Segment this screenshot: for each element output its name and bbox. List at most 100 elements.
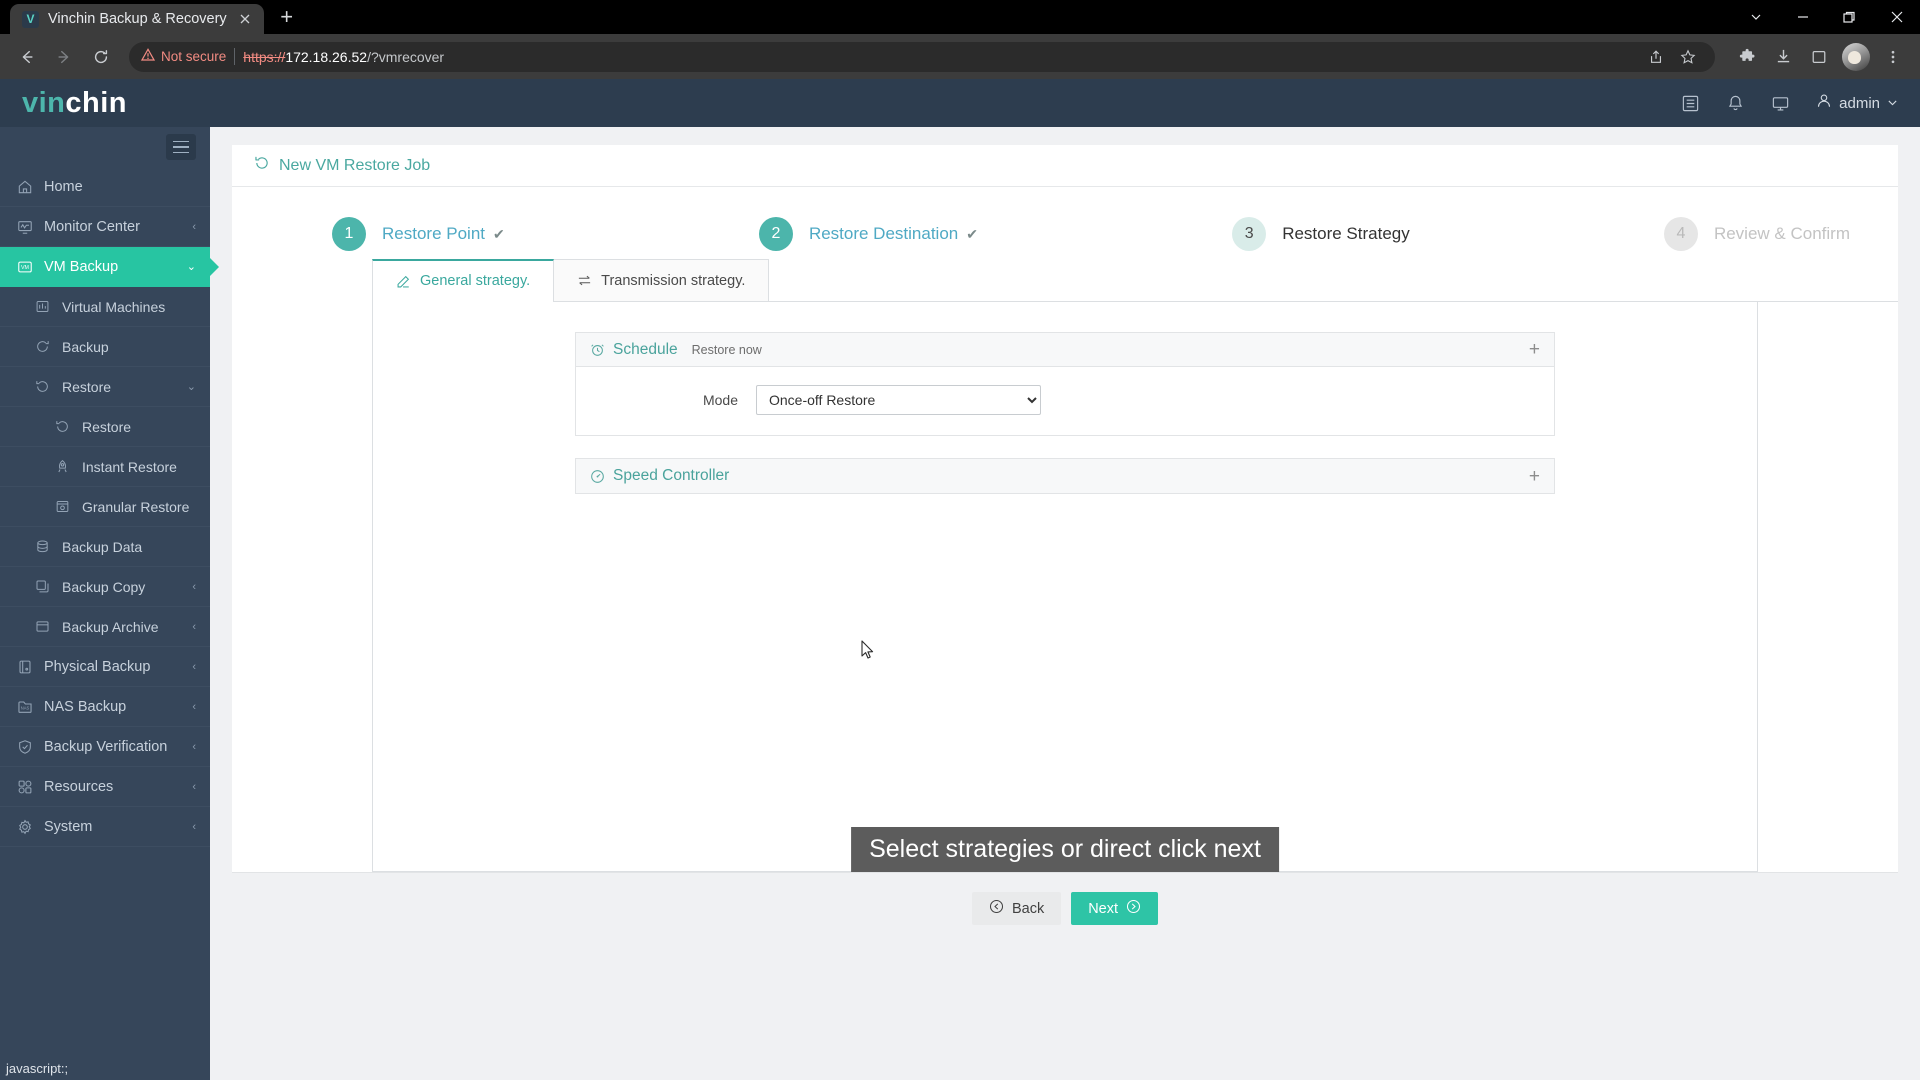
sidebar-item-backup-archive[interactable]: Backup Archive ‹ xyxy=(0,607,210,647)
next-button-label: Next xyxy=(1088,900,1119,917)
sidebar-item-restore[interactable]: Restore xyxy=(0,407,210,447)
sidebar-item-label: Backup Verification xyxy=(44,738,168,755)
wizard-step-1[interactable]: 1 Restore Point ✔ xyxy=(332,217,505,251)
minimize-icon[interactable] xyxy=(1779,0,1826,34)
log-list-icon[interactable] xyxy=(1681,94,1700,113)
notification-bell-icon[interactable] xyxy=(1726,94,1745,113)
maximize-icon[interactable] xyxy=(1826,0,1873,34)
vinchin-logo[interactable]: vinchin xyxy=(22,87,127,120)
bookmark-star-icon[interactable] xyxy=(1673,42,1703,72)
wizard-step-2[interactable]: 2 Restore Destination ✔ xyxy=(758,217,978,251)
browser-toolbar-actions xyxy=(1726,40,1910,74)
window-close-icon[interactable] xyxy=(1873,0,1920,34)
restore-icon xyxy=(254,155,270,176)
step-label-text: Restore Strategy xyxy=(1282,224,1410,243)
user-icon xyxy=(1816,93,1832,113)
monitor-center-icon xyxy=(16,218,33,235)
sidebar-item-label: Home xyxy=(44,178,83,195)
accordion-schedule-header[interactable]: Schedule Restore now + xyxy=(576,333,1554,367)
sidebar-item-label: Backup xyxy=(62,338,109,355)
browser-tab[interactable]: V Vinchin Backup & Recovery xyxy=(10,4,264,34)
sidebar-item-label: Resources xyxy=(44,778,114,795)
tab-search-icon[interactable] xyxy=(1732,0,1779,34)
system-gear-icon xyxy=(16,818,33,835)
not-secure-warning-icon xyxy=(140,48,156,65)
url-path: /?vmrecover xyxy=(367,48,445,65)
url-host: 172.18.26.52 xyxy=(285,48,368,65)
sidebar-item-label: System xyxy=(44,818,93,835)
tab-general-strategy[interactable]: General strategy. xyxy=(372,259,555,302)
address-bar[interactable]: Not secure https://172.18.26.52/?vmrecov… xyxy=(129,41,1715,72)
chrome-menu-icon[interactable] xyxy=(1876,40,1910,74)
logo-part-2: chin xyxy=(65,86,128,119)
sidebar-item-granular-restore[interactable]: Granular Restore xyxy=(0,487,210,527)
plus-icon[interactable]: + xyxy=(1529,467,1540,486)
page-title: New VM Restore Job xyxy=(279,156,431,174)
back-arrow-icon[interactable] xyxy=(10,40,44,74)
sidebar-item-restore[interactable]: Restore ⌄ xyxy=(0,367,210,407)
wizard-step-3[interactable]: 3 Restore Strategy xyxy=(1232,217,1410,251)
sidebar-item-physical-backup[interactable]: Physical Backup ‹ xyxy=(0,647,210,687)
reload-icon[interactable] xyxy=(84,40,118,74)
sidebar-item-vm-backup[interactable]: VM VM Backup ⌄ xyxy=(0,247,210,287)
sidebar-item-virtual-machines[interactable]: Virtual Machines xyxy=(0,287,210,327)
sidebar-item-backup-data[interactable]: Backup Data xyxy=(0,527,210,567)
sidebar-item-list: Home Monitor Center ‹ VM VM Backup ⌄ Virtual M… xyxy=(0,167,210,847)
vm-icon: VM xyxy=(16,258,33,275)
vinchin-favicon: V xyxy=(22,10,39,28)
alarm-clock-icon xyxy=(590,342,605,357)
sidebar-item-home[interactable]: Home xyxy=(0,167,210,207)
new-tab-icon[interactable]: + xyxy=(272,2,302,32)
monitor-display-icon[interactable] xyxy=(1771,94,1790,113)
user-menu[interactable]: admin xyxy=(1816,93,1898,113)
transfer-arrows-icon xyxy=(577,273,592,288)
close-icon[interactable] xyxy=(236,10,254,28)
forward-arrow-icon[interactable] xyxy=(47,40,81,74)
sidebar-item-label: Backup Archive xyxy=(62,618,159,635)
step-label-text: Restore Destination xyxy=(808,224,959,243)
tab-transmission-strategy[interactable]: Transmission strategy. xyxy=(553,259,770,301)
plus-icon[interactable]: + xyxy=(1529,340,1540,359)
next-button[interactable]: Next xyxy=(1071,892,1159,925)
physical-backup-icon xyxy=(16,658,33,675)
security-status[interactable]: Not secure xyxy=(140,48,227,65)
accordion-speed-controller-header[interactable]: Speed Controller + xyxy=(576,459,1554,493)
sidebar-item-monitor-center[interactable]: Monitor Center ‹ xyxy=(0,207,210,247)
sidebar-item-label: NAS Backup xyxy=(44,698,127,715)
share-icon[interactable] xyxy=(1641,42,1671,72)
speedometer-icon xyxy=(590,469,605,484)
sidebar-item-backup-verification[interactable]: Backup Verification ‹ xyxy=(0,727,210,767)
user-name: admin xyxy=(1839,94,1880,112)
hamburger-menu-icon[interactable] xyxy=(166,134,196,160)
back-button-label: Back xyxy=(1011,900,1045,917)
tab-label: Transmission strategy. xyxy=(601,272,746,289)
sidebar-item-resources[interactable]: Resources ‹ xyxy=(0,767,210,807)
wizard-step-4[interactable]: 4 Review & Confirm xyxy=(1663,217,1850,251)
sidebar-item-instant-restore[interactable]: Instant Restore xyxy=(0,447,210,487)
virtual-machines-icon xyxy=(34,298,51,315)
page-title-bar: New VM Restore Job xyxy=(232,145,1898,187)
chevron-left-icon: ‹ xyxy=(192,660,196,673)
step-number-badge: 4 xyxy=(1663,217,1698,251)
accordion-subtitle: Restore now xyxy=(691,342,762,357)
sidebar-item-label: Restore xyxy=(62,378,112,395)
sidebar-item-system[interactable]: System ‹ xyxy=(0,807,210,847)
accordion-schedule: Schedule Restore now + Mode Once-off Res… xyxy=(575,332,1555,436)
sidepanel-icon[interactable] xyxy=(1802,40,1836,74)
extensions-puzzle-icon[interactable] xyxy=(1730,40,1764,74)
content-card: New VM Restore Job 1 Restore Point ✔ 2 Resto… xyxy=(232,145,1898,872)
mode-select[interactable]: Once-off Restore xyxy=(756,385,1041,415)
profile-avatar[interactable] xyxy=(1842,42,1870,71)
wizard-footer: Select strategies or direct click next B… xyxy=(232,827,1898,944)
security-label: Not secure xyxy=(161,49,227,64)
downloads-icon[interactable] xyxy=(1766,40,1800,74)
sidebar-item-nas-backup[interactable]: NAS NAS Backup ‹ xyxy=(0,687,210,727)
sidebar-item-label: Restore xyxy=(82,418,132,435)
chevron-left-icon: ‹ xyxy=(192,220,196,233)
header-actions: admin xyxy=(1681,93,1898,113)
sidebar-toggle-row xyxy=(0,127,210,167)
back-button[interactable]: Back xyxy=(971,892,1062,925)
sidebar-item-backup[interactable]: Backup xyxy=(0,327,210,367)
tabs-wrap: General strategy. Transmission strategy. xyxy=(232,259,1898,302)
sidebar-item-backup-copy[interactable]: Backup Copy ‹ xyxy=(0,567,210,607)
